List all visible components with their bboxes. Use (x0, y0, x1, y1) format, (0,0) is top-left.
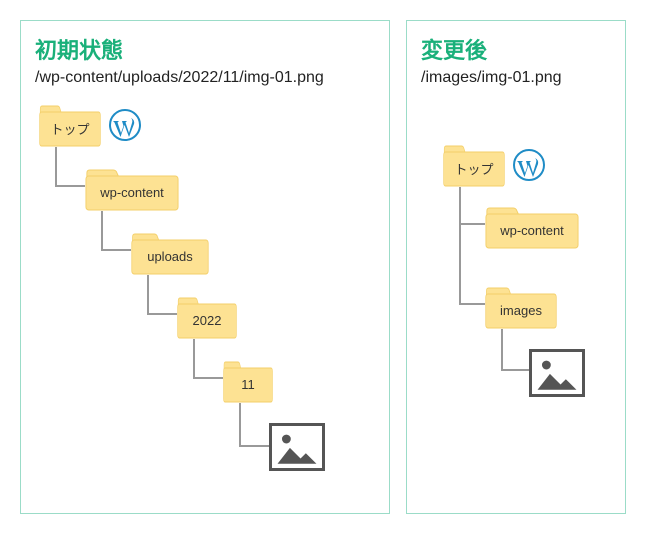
tree-connector (459, 285, 485, 305)
folder-label: uploads (147, 243, 193, 264)
folder-tree-after: トップ wp-content images (421, 137, 611, 457)
folder-wp-content: wp-content (85, 167, 179, 211)
path-text: /images/img-01.png (421, 69, 611, 87)
tree-connector (193, 339, 223, 379)
folder-label: トップ (50, 113, 89, 138)
folder-icon: wp-content (85, 167, 179, 211)
wordpress-icon (109, 109, 141, 141)
wordpress-icon (513, 149, 545, 181)
folder-label: トップ (454, 153, 493, 178)
image-file-icon (269, 423, 325, 471)
folder-icon: images (485, 285, 557, 329)
folder-icon: 2022 (177, 295, 237, 339)
folder-icon: 11 (223, 359, 273, 403)
folder-label: 11 (241, 371, 255, 392)
tree-connector (55, 147, 85, 187)
panel-title: 初期状態 (35, 33, 375, 65)
folder-icon: トップ (39, 103, 101, 147)
folder-icon: wp-content (485, 205, 579, 249)
tree-connector (459, 187, 485, 225)
folder-wp-content: wp-content (485, 205, 579, 249)
tree-connector (147, 275, 177, 315)
folder-label: 2022 (193, 307, 222, 328)
tree-connector (239, 403, 269, 447)
panel-after: 変更後 /images/img-01.png トップ wp-content (406, 20, 626, 514)
panel-initial: 初期状態 /wp-content/uploads/2022/11/img-01.… (20, 20, 390, 514)
folder-label: wp-content (500, 217, 564, 238)
folder-icon: トップ (443, 143, 505, 187)
folder-month: 11 (223, 359, 273, 403)
image-file-icon (529, 349, 585, 397)
folder-icon: uploads (131, 231, 209, 275)
tree-connector (501, 329, 529, 371)
comparison-panels: 初期状態 /wp-content/uploads/2022/11/img-01.… (20, 20, 630, 514)
folder-label: images (500, 297, 542, 318)
folder-year: 2022 (177, 295, 237, 339)
folder-label: wp-content (100, 179, 164, 200)
folder-tree-initial: トップ wp-content uploads (35, 97, 375, 477)
folder-images: images (485, 285, 557, 329)
folder-uploads: uploads (131, 231, 209, 275)
tree-connector (101, 211, 131, 251)
folder-root: トップ (443, 143, 545, 187)
folder-root: トップ (39, 103, 141, 147)
path-text: /wp-content/uploads/2022/11/img-01.png (35, 69, 375, 87)
panel-title: 変更後 (421, 33, 611, 65)
